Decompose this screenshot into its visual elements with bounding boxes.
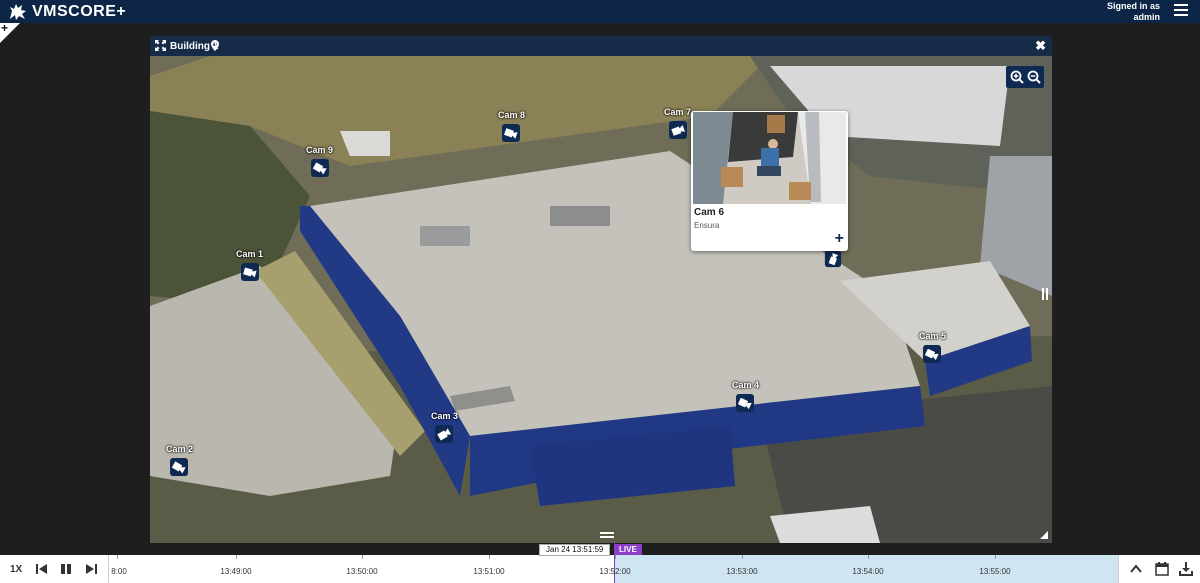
timeline-tick-label: 13:54:00 bbox=[852, 567, 884, 576]
timeline-tick-mark bbox=[615, 555, 616, 559]
chevron-up-icon[interactable] bbox=[1129, 562, 1143, 576]
expand-icon[interactable] bbox=[155, 40, 166, 51]
camera-label: Cam 3 bbox=[431, 411, 459, 421]
camera-icon[interactable] bbox=[824, 250, 842, 268]
app-name: VMSCORE+ bbox=[32, 3, 127, 20]
timeline-tick-label: 13:53:00 bbox=[726, 567, 758, 576]
current-time-indicator: Jan 24 13:51:59 bbox=[539, 544, 611, 556]
camera-icon[interactable] bbox=[310, 158, 330, 178]
zoom-out-icon[interactable] bbox=[1027, 70, 1041, 84]
resize-corner-icon[interactable] bbox=[1040, 531, 1048, 539]
camera-label: Cam 2 bbox=[166, 444, 194, 454]
location-pin-icon bbox=[211, 40, 219, 51]
calendar-icon[interactable] bbox=[1155, 562, 1169, 576]
aerial-map[interactable] bbox=[150, 56, 1052, 543]
timeline-tick-mark bbox=[868, 555, 869, 559]
camera-icon[interactable] bbox=[668, 120, 688, 140]
timeline-tick-mark bbox=[742, 555, 743, 559]
timeline-tick-label: 8:00 bbox=[111, 567, 127, 576]
camera-icon[interactable] bbox=[240, 262, 260, 282]
timeline-tick-mark bbox=[117, 555, 118, 559]
close-icon[interactable]: ✖ bbox=[1035, 38, 1046, 54]
zoom-controls bbox=[1006, 66, 1044, 88]
camera-label: Cam 8 bbox=[498, 110, 526, 120]
timeline-actions bbox=[1118, 555, 1200, 583]
playback-timeline: 1X 8:00 13:49:00 13:50:00 13:51:00 13:52:00 1… bbox=[0, 541, 1200, 583]
popup-camera-name: Cam 6 bbox=[694, 207, 725, 218]
timeline-tick-label: 13:55:00 bbox=[979, 567, 1011, 576]
app-logo[interactable]: VMSCORE+ bbox=[8, 2, 126, 22]
camera-label: Cam 9 bbox=[306, 145, 334, 155]
username: admin bbox=[1133, 12, 1160, 22]
panel-header: Building 1 ✖ bbox=[150, 36, 1052, 56]
timeline-tick-mark bbox=[995, 555, 996, 559]
camera-icon[interactable] bbox=[434, 424, 454, 444]
timeline-tick-label: 13:52:00 bbox=[599, 567, 631, 576]
popup-camera-site: Ensura bbox=[694, 221, 720, 230]
vertical-splitter-handle[interactable] bbox=[1042, 288, 1048, 300]
timeline-tick-mark bbox=[362, 555, 363, 559]
timeline-tick-label: 13:49:00 bbox=[220, 567, 252, 576]
camera-icon[interactable] bbox=[169, 457, 189, 477]
hamburger-icon[interactable] bbox=[1174, 4, 1188, 16]
camera-label: Cam 7 bbox=[664, 107, 692, 117]
camera-preview-thumbnail[interactable] bbox=[693, 112, 846, 204]
camera-label: Cam 4 bbox=[732, 380, 760, 390]
plus-icon[interactable]: + bbox=[1, 21, 8, 35]
playback-speed[interactable]: 1X bbox=[10, 564, 22, 575]
live-badge[interactable]: LIVE bbox=[614, 544, 642, 555]
playback-controls: 1X bbox=[0, 555, 108, 583]
timeline-tick-mark bbox=[236, 555, 237, 559]
signed-in-info: Signed in as admin bbox=[1107, 1, 1160, 23]
camera-label: Cam 5 bbox=[919, 331, 947, 341]
signed-in-label: Signed in as bbox=[1106, 1, 1160, 11]
lion-icon bbox=[10, 4, 26, 20]
zoom-in-icon[interactable] bbox=[1010, 70, 1024, 84]
top-bar: VMSCORE+ Signed in as admin bbox=[0, 0, 1200, 23]
plus-icon[interactable]: + bbox=[835, 231, 844, 247]
timeline-track[interactable]: 8:00 13:49:00 13:50:00 13:51:00 13:52:00 13:5… bbox=[108, 541, 1119, 583]
camera-preview-popup[interactable]: Cam 6 Ensura + bbox=[691, 111, 848, 251]
camera-icon[interactable] bbox=[735, 393, 755, 413]
timeline-tick-label: 13:51:00 bbox=[473, 567, 505, 576]
pause-icon[interactable] bbox=[60, 563, 72, 575]
download-icon[interactable] bbox=[1179, 562, 1193, 576]
camera-icon[interactable] bbox=[501, 123, 521, 143]
panel-drag-handle[interactable] bbox=[600, 532, 614, 538]
map-panel: Building 1 ✖ Cam 8 Cam 7 Cam 9 Cam 1 Cam… bbox=[150, 36, 1052, 543]
skip-back-icon[interactable] bbox=[36, 563, 47, 575]
camera-icon[interactable] bbox=[922, 344, 942, 364]
timeline-tick-mark bbox=[489, 555, 490, 559]
skip-forward-icon[interactable] bbox=[86, 563, 97, 575]
timeline-tick-label: 13:50:00 bbox=[346, 567, 378, 576]
camera-label: Cam 1 bbox=[236, 249, 264, 259]
